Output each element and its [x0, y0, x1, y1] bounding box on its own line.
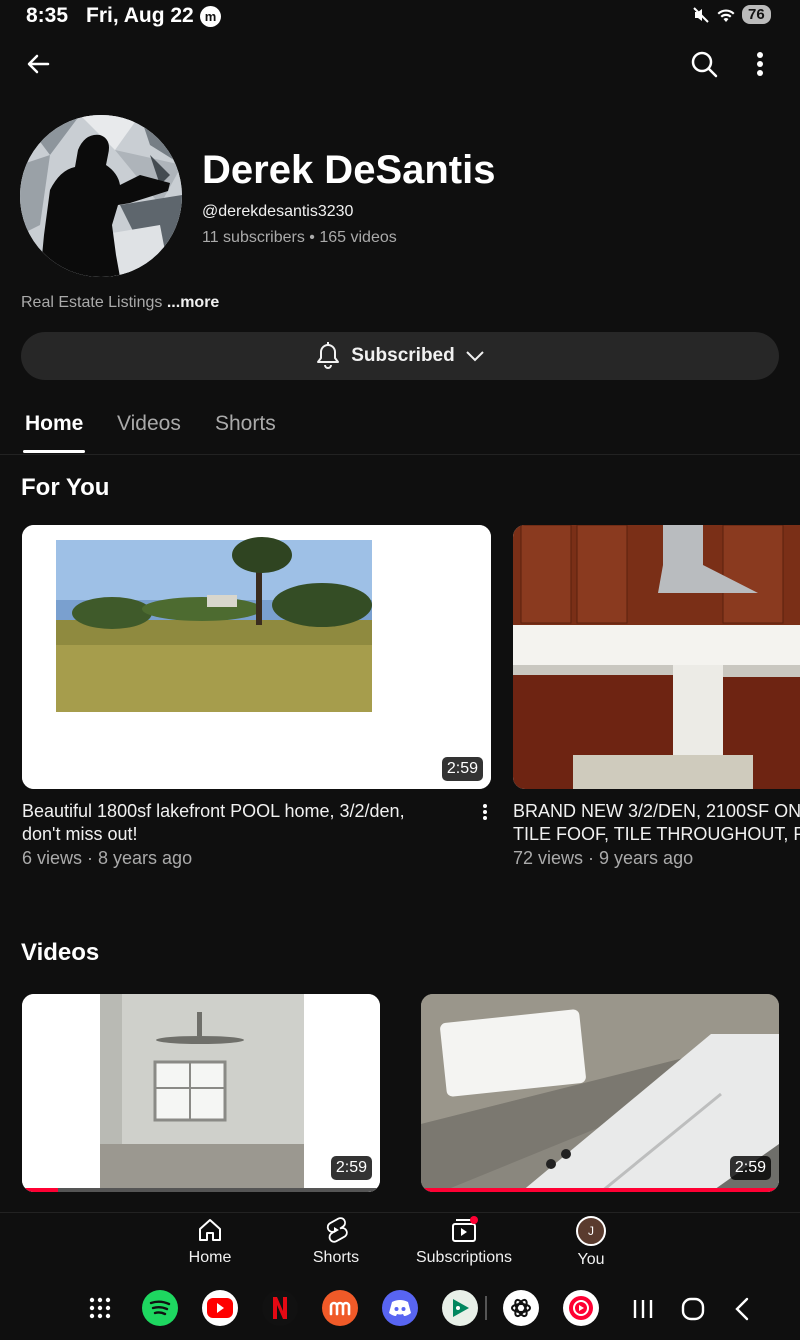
description-text: Real Estate Listings	[21, 294, 167, 311]
watch-progress-bar	[421, 1188, 779, 1192]
active-tab-indicator	[23, 450, 85, 453]
dock-recent-apps	[503, 1290, 599, 1326]
status-date: Fri, Aug 22	[86, 4, 194, 27]
battery-indicator: 76	[742, 5, 771, 24]
play-games-icon[interactable]	[442, 1290, 478, 1326]
watch-progress-track	[421, 1188, 779, 1192]
back-icon	[735, 1297, 749, 1321]
nav-subscriptions[interactable]: Subscriptions	[410, 1216, 518, 1267]
channel-description[interactable]: Real Estate Listings ...more	[21, 294, 219, 312]
you-avatar-initial: J	[588, 1224, 594, 1238]
video-title-1-line2: don't miss out!	[22, 824, 138, 844]
video-duration: 2:59	[330, 1156, 372, 1180]
more-link[interactable]: ...more	[167, 294, 219, 311]
chatgpt-icon[interactable]	[503, 1290, 539, 1326]
video-title-1[interactable]: Beautiful 1800sf lakefront POOL home, 3/…	[22, 800, 462, 846]
youtube-icon[interactable]	[202, 1290, 238, 1326]
watch-progress-bar	[22, 1188, 58, 1192]
video-duration: 2:59	[441, 757, 483, 781]
video-duration: 2:59	[729, 1156, 771, 1180]
search-button[interactable]	[682, 42, 726, 86]
video-thumbnail-3[interactable]: 2:59	[22, 994, 380, 1192]
status-icons: 76	[692, 5, 771, 24]
home-button-icon	[681, 1297, 705, 1321]
home-button[interactable]	[678, 1294, 708, 1329]
tab-videos[interactable]: Videos	[117, 412, 181, 436]
back-button[interactable]	[16, 42, 60, 86]
bottom-nav-divider	[0, 1212, 800, 1213]
moonpay-icon[interactable]	[322, 1290, 358, 1326]
bell-icon	[317, 342, 340, 369]
notification-app-icon: m	[200, 6, 221, 27]
dock-apps	[82, 1290, 478, 1326]
shorts-icon	[326, 1217, 348, 1243]
channel-avatar[interactable]	[20, 115, 182, 277]
app-drawer-icon[interactable]	[82, 1290, 118, 1326]
tab-shorts[interactable]: Shorts	[215, 412, 276, 436]
video-title-2-line2: TILE FOOF, TILE THROUGHOUT, PA	[513, 824, 800, 844]
more-options-button[interactable]	[738, 42, 782, 86]
recents-button[interactable]	[628, 1294, 658, 1329]
search-icon	[691, 51, 718, 78]
videos-heading: Videos	[21, 939, 100, 966]
youtube-music-icon[interactable]	[563, 1290, 599, 1326]
svg-text:m: m	[205, 9, 217, 24]
watch-progress-track	[22, 1188, 380, 1192]
nav-you-label: You	[577, 1251, 605, 1268]
home-icon	[199, 1219, 221, 1241]
video-thumbnail-2[interactable]	[513, 525, 800, 789]
nav-subscriptions-label: Subscriptions	[415, 1249, 513, 1266]
tabs-divider	[0, 454, 800, 455]
more-vert-icon	[757, 52, 763, 76]
video-title-2[interactable]: BRAND NEW 3/2/DEN, 2100SF ON TILE FOOF, …	[513, 800, 800, 846]
more-vert-icon	[483, 804, 487, 820]
video-meta-2: 72 views · 9 years ago	[513, 848, 694, 868]
netflix-icon[interactable]	[262, 1290, 298, 1326]
recents-icon	[633, 1300, 653, 1318]
video-title-1-line1: Beautiful 1800sf lakefront POOL home, 3/…	[22, 801, 405, 821]
nav-you[interactable]: J You	[561, 1216, 621, 1269]
avatar-icon: J	[576, 1216, 606, 1246]
arrow-left-icon	[27, 54, 50, 74]
chevron-down-icon	[466, 351, 484, 362]
video-menu-button[interactable]	[463, 790, 507, 834]
subscribed-button[interactable]: Subscribed	[21, 332, 779, 380]
nav-shorts-label: Shorts	[312, 1249, 360, 1266]
channel-stats: 11 subscribers • 165 videos	[202, 229, 397, 246]
subscribed-label: Subscribed	[351, 345, 455, 366]
nav-shorts[interactable]: Shorts	[306, 1216, 366, 1267]
dock-separator	[485, 1296, 487, 1320]
video-title-2-line1: BRAND NEW 3/2/DEN, 2100SF ON	[513, 801, 800, 821]
channel-handle: @derekdesantis3230	[202, 203, 354, 220]
for-you-heading: For You	[21, 474, 110, 501]
discord-icon[interactable]	[382, 1290, 418, 1326]
mute-icon	[693, 6, 709, 23]
wifi-icon	[717, 8, 735, 22]
nav-home-label: Home	[188, 1249, 232, 1266]
spotify-icon[interactable]	[142, 1290, 178, 1326]
subscriptions-icon	[452, 1216, 478, 1242]
system-back-button[interactable]	[728, 1294, 758, 1329]
bottom-navigation	[0, 1212, 800, 1282]
nav-home[interactable]: Home	[180, 1216, 240, 1267]
video-meta-1: 6 views · 8 years ago	[22, 848, 193, 868]
video-thumbnail-4[interactable]: 2:59	[421, 994, 779, 1192]
video-thumbnail-1[interactable]: 2:59	[22, 525, 491, 789]
channel-name: Derek DeSantis	[202, 148, 496, 192]
tab-home[interactable]: Home	[25, 412, 83, 436]
status-time: 8:35	[26, 4, 69, 27]
